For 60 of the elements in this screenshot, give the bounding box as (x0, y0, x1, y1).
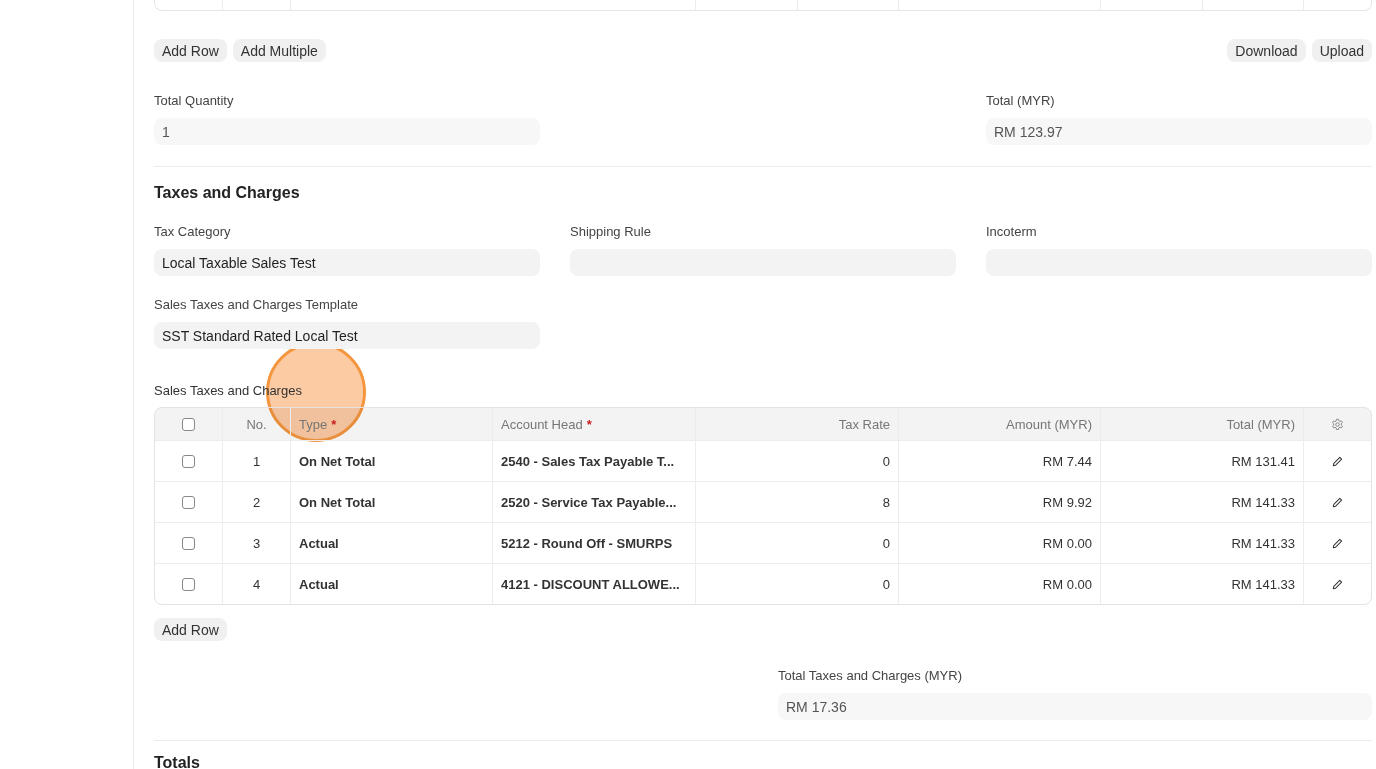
add-multiple-button[interactable]: Add Multiple (232, 39, 326, 62)
input-field[interactable]: Local Taxable Sales Test (154, 249, 540, 276)
table-label: Sales Taxes and Charges (154, 383, 302, 399)
table-cell: 8 (882, 494, 890, 510)
column-header: Tax Rate (838, 416, 890, 432)
table-cell: RM 131.41 (1231, 453, 1295, 469)
table-cell: 0 (882, 535, 890, 551)
table-cell: 3 (252, 535, 261, 551)
input-field[interactable]: RM 123.97 (986, 118, 1372, 145)
table-cell: RM 9.92 (1042, 494, 1092, 510)
table-cell: 2520 - Service Tax Payable... (501, 494, 677, 510)
field-label: Incoterm (986, 224, 1037, 240)
edit-icon[interactable] (1332, 537, 1343, 549)
upload-button[interactable]: Upload (1311, 39, 1372, 62)
table-cell: RM 141.33 (1231, 494, 1295, 510)
table-cell: On Net Total (299, 494, 376, 510)
table-cell: RM 141.33 (1231, 576, 1295, 592)
field-label: Shipping Rule (570, 224, 651, 240)
table-cell: RM 141.33 (1231, 535, 1295, 551)
column-header: Amount (MYR) (1006, 416, 1092, 432)
field-label: Sales Taxes and Charges Template (154, 297, 359, 313)
download-button[interactable]: Download (1227, 39, 1306, 62)
section-title: Totals (154, 753, 201, 769)
edit-icon[interactable] (1332, 455, 1343, 467)
table-cell: 4121 - DISCOUNT ALLOWE... (501, 576, 680, 592)
edit-icon[interactable] (1332, 578, 1343, 590)
row-checkbox[interactable] (182, 417, 195, 431)
table-cell: Actual (299, 535, 339, 551)
table-cell: RM 0.00 (1042, 535, 1092, 551)
table-cell: Actual (299, 576, 339, 592)
column-header: No. (246, 416, 267, 432)
add-row-button[interactable]: Add Row (154, 618, 227, 641)
table-cell: 4 (252, 576, 261, 592)
table-cell: On Net Total (299, 453, 376, 469)
column-header: Total (MYR) (1226, 416, 1295, 432)
table-cell: 1 (252, 453, 261, 469)
field-label: Tax Category (154, 224, 231, 240)
row-checkbox[interactable] (182, 536, 195, 550)
field-label: Total Quantity (154, 93, 234, 109)
section-title: Taxes and Charges (154, 183, 301, 203)
row-checkbox[interactable] (182, 495, 195, 509)
input-field[interactable]: SST Standard Rated Local Test (154, 322, 540, 349)
input-field[interactable]: RM 17.36 (778, 693, 1372, 720)
table-cell: 5212 - Round Off - SMURPS (501, 535, 673, 551)
row-checkbox[interactable] (182, 454, 195, 468)
table-cell: RM 7.44 (1042, 453, 1092, 469)
table-cell: RM 0.00 (1042, 576, 1092, 592)
table-cell: 2540 - Sales Tax Payable T... (501, 453, 675, 469)
field-label: Total Taxes and Charges (MYR) (778, 668, 962, 684)
table-cell: 2 (252, 494, 261, 510)
field-label: Total (MYR) (986, 93, 1055, 109)
settings-icon[interactable] (1331, 417, 1344, 431)
edit-icon[interactable] (1332, 496, 1343, 508)
table-cell: 0 (882, 576, 890, 592)
add-row-button[interactable]: Add Row (154, 39, 227, 62)
table-cell: 0 (882, 453, 890, 469)
row-checkbox[interactable] (182, 577, 195, 591)
column-header: Type * (299, 416, 337, 432)
column-header: Account Head * (501, 416, 592, 432)
input-field[interactable]: 1 (154, 118, 540, 145)
